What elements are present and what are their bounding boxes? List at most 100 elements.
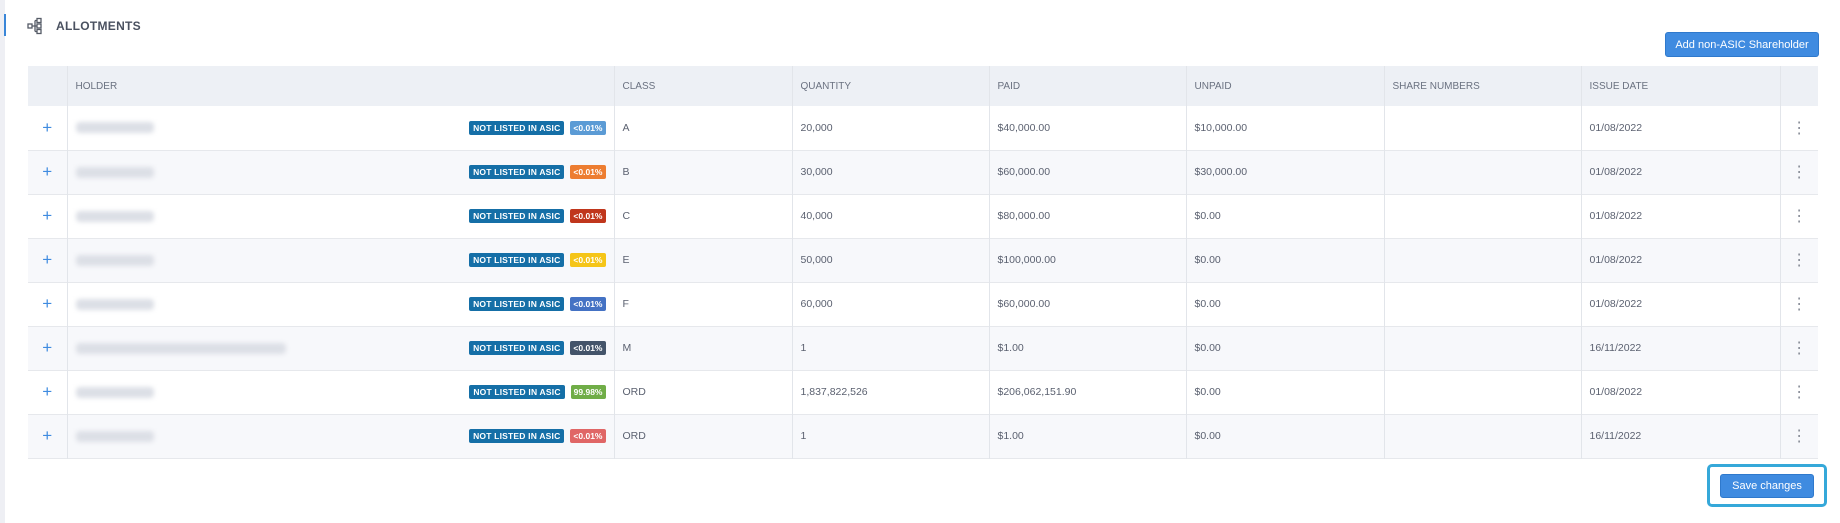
issue-date-cell: 01/08/2022 [1580,282,1780,326]
plus-icon[interactable]: + [28,238,67,282]
unpaid-cell: $0.00 [1185,238,1384,282]
quantity-cell: 50,000 [791,238,989,282]
ownership-percent-badge: <0.01% [570,429,606,443]
holder-cell: NOT LISTED IN ASIC <0.01% [66,414,614,458]
kebab-menu-icon[interactable]: ⋮ [1779,326,1818,370]
class-cell: E [613,238,792,282]
holder-badges: NOT LISTED IN ASIC <0.01% [469,297,606,311]
section-title: ALLOTMENTS [56,19,141,33]
class-cell: A [613,106,792,150]
share-numbers-cell [1383,370,1581,414]
holder-badges: NOT LISTED IN ASIC <0.01% [469,253,606,267]
column-header-expand [28,66,67,106]
plus-icon[interactable]: + [28,414,67,458]
quantity-cell: 30,000 [791,150,989,194]
share-numbers-cell [1383,194,1581,238]
quantity-cell: 1 [791,414,989,458]
holder-cell: NOT LISTED IN ASIC <0.01% [66,326,614,370]
class-cell: C [613,194,792,238]
ownership-percent-badge: <0.01% [570,297,606,311]
column-header-paid[interactable]: PAID [988,66,1186,106]
kebab-menu-icon[interactable]: ⋮ [1779,370,1818,414]
kebab-menu-icon[interactable]: ⋮ [1779,106,1818,150]
issue-date-cell: 16/11/2022 [1580,326,1780,370]
kebab-menu-icon[interactable]: ⋮ [1779,282,1818,326]
issue-date-cell: 16/11/2022 [1580,414,1780,458]
holder-name-redacted [75,430,154,442]
unpaid-cell: $30,000.00 [1185,150,1384,194]
kebab-menu-icon[interactable]: ⋮ [1779,194,1818,238]
column-header-unpaid[interactable]: UNPAID [1185,66,1384,106]
asic-status-badge: NOT LISTED IN ASIC [469,253,565,267]
holder-cell: NOT LISTED IN ASIC 99.98% [66,370,614,414]
ownership-percent-badge: <0.01% [570,341,606,355]
class-cell: M [613,326,792,370]
plus-icon[interactable]: + [28,194,67,238]
plus-icon[interactable]: + [28,370,67,414]
save-changes-button[interactable]: Save changes [1720,473,1814,498]
holder-name-redacted [75,166,154,178]
kebab-menu-icon[interactable]: ⋮ [1779,238,1818,282]
unpaid-cell: $0.00 [1185,326,1384,370]
holder-name-redacted [75,210,154,222]
holder-badges: NOT LISTED IN ASIC <0.01% [469,120,606,135]
column-header-quantity[interactable]: QUANTITY [791,66,989,106]
plus-icon[interactable]: + [28,282,67,326]
holder-cell: NOT LISTED IN ASIC <0.01% [66,238,614,282]
column-header-share-numbers[interactable]: SHARE NUMBERS [1383,66,1581,106]
table-row: + NOT LISTED IN ASIC <0.01% M 1 $1.00 $0… [28,326,1818,370]
add-non-asic-shareholder-button[interactable]: Add non-ASIC Shareholder [1665,32,1819,57]
ownership-percent-badge: <0.01% [570,165,606,179]
share-numbers-cell [1383,150,1581,194]
save-button-focus-ring: Save changes [1707,464,1827,507]
paid-cell: $40,000.00 [988,106,1186,150]
holder-cell: NOT LISTED IN ASIC <0.01% [66,282,614,326]
table-row: + NOT LISTED IN ASIC <0.01% A 20,000 $40… [28,106,1818,150]
paid-cell: $60,000.00 [988,150,1186,194]
class-cell: B [613,150,792,194]
holder-badges: NOT LISTED IN ASIC <0.01% [469,209,606,223]
issue-date-cell: 01/08/2022 [1580,150,1780,194]
allotments-table: HOLDER CLASS QUANTITY PAID UNPAID SHARE … [28,66,1818,459]
plus-icon[interactable]: + [28,150,67,194]
unpaid-cell: $10,000.00 [1185,106,1384,150]
column-header-issue-date[interactable]: ISSUE DATE [1580,66,1780,106]
column-header-holder[interactable]: HOLDER [66,66,614,106]
active-section-marker [4,14,6,36]
unpaid-cell: $0.00 [1185,194,1384,238]
holder-name-redacted [75,122,154,134]
holder-badges: NOT LISTED IN ASIC <0.01% [469,165,606,179]
unpaid-cell: $0.00 [1185,282,1384,326]
paid-cell: $1.00 [988,414,1186,458]
table-row: + NOT LISTED IN ASIC <0.01% B 30,000 $60… [28,150,1818,194]
holder-badges: NOT LISTED IN ASIC 99.98% [469,385,606,399]
paid-cell: $100,000.00 [988,238,1186,282]
table-row: + NOT LISTED IN ASIC 99.98% ORD 1,837,82… [28,370,1818,414]
column-header-actions [1779,66,1818,106]
holder-cell: NOT LISTED IN ASIC <0.01% [66,150,614,194]
column-header-class[interactable]: CLASS [613,66,792,106]
ownership-percent-badge: <0.01% [570,209,606,223]
asic-status-badge: NOT LISTED IN ASIC [469,297,565,311]
plus-icon[interactable]: + [28,326,67,370]
kebab-menu-icon[interactable]: ⋮ [1779,150,1818,194]
asic-status-badge: NOT LISTED IN ASIC [469,429,565,443]
issue-date-cell: 01/08/2022 [1580,238,1780,282]
plus-icon[interactable]: + [28,106,67,150]
holder-badges: NOT LISTED IN ASIC <0.01% [469,341,606,355]
share-numbers-cell [1383,326,1581,370]
issue-date-cell: 01/08/2022 [1580,370,1780,414]
class-cell: ORD [613,370,792,414]
table-header-row: HOLDER CLASS QUANTITY PAID UNPAID SHARE … [28,66,1818,106]
table-row: + NOT LISTED IN ASIC <0.01% E 50,000 $10… [28,238,1818,282]
kebab-menu-icon[interactable]: ⋮ [1779,414,1818,458]
asic-status-badge: NOT LISTED IN ASIC [469,165,565,179]
holder-name-redacted [75,342,286,354]
paid-cell: $80,000.00 [988,194,1186,238]
class-cell: F [613,282,792,326]
share-numbers-cell [1383,106,1581,150]
unpaid-cell: $0.00 [1185,414,1384,458]
asic-status-badge: NOT LISTED IN ASIC [469,120,565,135]
quantity-cell: 1 [791,326,989,370]
quantity-cell: 60,000 [791,282,989,326]
